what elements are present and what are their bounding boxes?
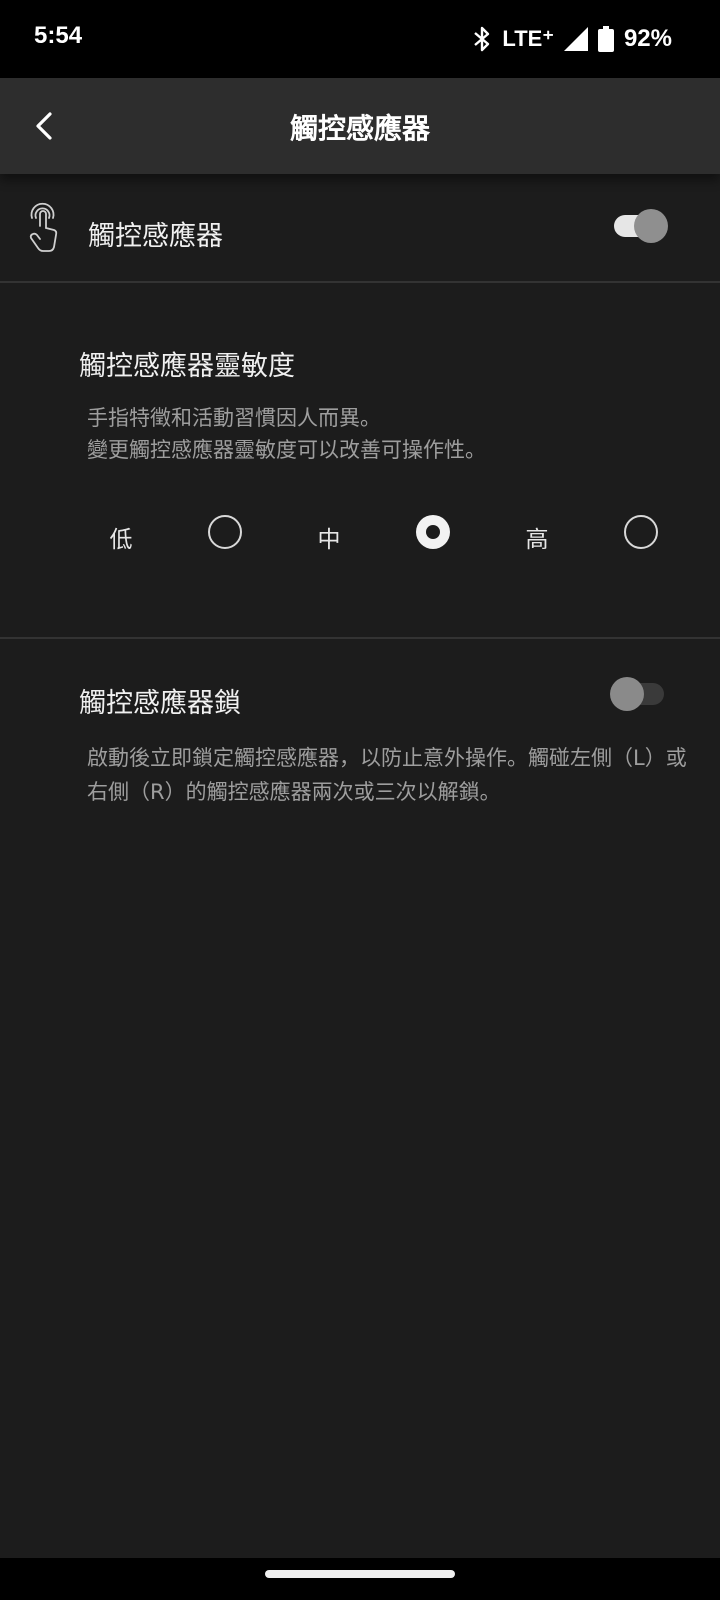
touch-sensor-toggle[interactable] (612, 209, 668, 243)
sensitivity-high-label: 高 (525, 527, 549, 553)
touch-sensor-row[interactable]: 觸控感應器 (0, 180, 720, 286)
battery-icon (597, 26, 614, 52)
home-gesture-handle[interactable] (265, 1570, 455, 1578)
battery-percent: 92% (623, 25, 672, 52)
toggle-thumb (634, 209, 668, 243)
divider (0, 637, 720, 639)
touch-gesture-icon (29, 202, 58, 252)
sensitivity-title: 觸控感應器靈敏度 (79, 351, 295, 382)
sensitivity-medium-radio[interactable] (416, 515, 450, 549)
sensor-lock-title: 觸控感應器鎖 (79, 688, 241, 719)
sensitivity-medium-label: 中 (317, 527, 341, 553)
sensor-lock-description: 啟動後立即鎖定觸控感應器，以防止意外操作。觸碰左側（L）或右側（R）的觸控感應器… (87, 746, 687, 804)
network-type: LTE⁺ (502, 26, 554, 51)
sensitivity-description: 手指特徵和活動習慣因人而異。 變更觸控感應器靈敏度可以改善可操作性。 (87, 402, 486, 466)
sensitivity-low-radio[interactable] (208, 515, 242, 549)
status-time: 5:54 (34, 22, 83, 49)
bluetooth-icon (474, 26, 490, 52)
divider (0, 281, 720, 283)
toggle-thumb (610, 677, 644, 711)
sensitivity-low-label: 低 (109, 527, 133, 553)
sensor-lock-toggle[interactable] (610, 677, 666, 711)
status-icons: LTE⁺ 92% (472, 22, 672, 56)
status-bar: 5:54 LTE⁺ 92% (0, 0, 720, 78)
touch-sensor-label: 觸控感應器 (88, 221, 223, 252)
page-title: 觸控感應器 (289, 112, 430, 145)
app-bar: 觸控感應器 (0, 78, 720, 174)
sensitivity-high-radio[interactable] (624, 515, 658, 549)
signal-icon (563, 27, 588, 51)
navigation-bar (0, 1558, 720, 1600)
sensitivity-description-line: 手指特徵和活動習慣因人而異。 (87, 406, 381, 430)
sensitivity-description-line: 變更觸控感應器靈敏度可以改善可操作性。 (87, 438, 486, 462)
